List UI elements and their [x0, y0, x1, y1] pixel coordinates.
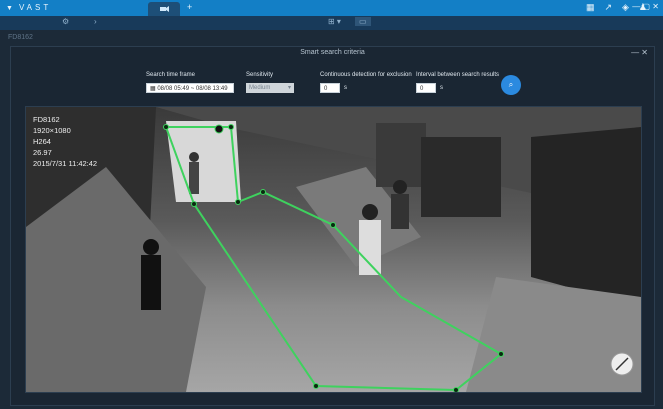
sub-toolbar: ⚙ › ⊞ ▾ ▭ — [0, 16, 663, 30]
doorway — [166, 121, 241, 202]
window-controls[interactable]: — ▢ ✕ — [632, 2, 659, 11]
search-button[interactable]: ⌕ — [501, 75, 521, 95]
tag-icon[interactable]: ▦ — [586, 2, 595, 13]
overlay-codec: H264 — [33, 137, 51, 146]
continuous-detection-label: Continuous detection for exclusion — [320, 72, 412, 78]
right-display — [531, 127, 641, 307]
app-logo: ▼ VAST — [6, 3, 52, 12]
polygon-vertex[interactable] — [191, 201, 197, 207]
interval-unit: s — [440, 85, 443, 91]
add-tab-button[interactable]: + — [187, 2, 192, 12]
overlay-timestamp: 2015/7/31 11:42:42 — [33, 159, 98, 168]
interval-input[interactable]: 0 — [416, 83, 436, 93]
alert-icon[interactable]: ◈ — [622, 2, 629, 13]
search-time-frame-label: Search time frame — [146, 72, 196, 78]
polygon-vertex[interactable] — [313, 383, 319, 389]
person-door — [189, 152, 199, 162]
chevron-icon[interactable]: › — [94, 17, 97, 26]
settings-icon[interactable]: ⚙ — [62, 17, 69, 26]
person-left-body — [141, 255, 161, 310]
person-door-body — [189, 162, 199, 194]
smart-search-icon[interactable]: ▭ — [355, 17, 371, 26]
person-back — [393, 180, 407, 194]
overlay-resolution: 1920×1080 — [33, 126, 71, 135]
person-center-body — [359, 220, 381, 275]
person-left — [143, 239, 159, 255]
chart-icon[interactable]: ↗ — [604, 2, 612, 13]
overlay-model: FD8162 — [33, 115, 60, 124]
display-case — [376, 123, 426, 187]
polygon-vertex[interactable] — [235, 199, 241, 205]
top-bar: ▼ VAST + ▦ ↗ ◈ ♟ — ▢ ✕ — [0, 0, 663, 16]
video-icon — [160, 6, 169, 12]
dropdown-arrow-icon: ▾ — [287, 85, 291, 91]
polygon-vertex[interactable] — [163, 124, 169, 130]
panel-controls[interactable]: — ✕ — [631, 48, 648, 57]
continuous-unit: s — [344, 85, 347, 91]
store-scene — [26, 107, 641, 392]
logo-mark-icon: ▼ — [6, 5, 16, 12]
camera-tag: FD8162 — [8, 34, 33, 41]
right-counter — [466, 277, 641, 392]
continuous-detection-input[interactable]: 0 — [320, 83, 340, 93]
tab-live[interactable] — [148, 2, 180, 16]
sensitivity-label: Sensitivity — [246, 72, 274, 78]
polygon-vertex[interactable] — [260, 189, 266, 195]
search-icon: ⌕ — [508, 80, 514, 89]
interval-label: Interval between search results — [416, 72, 500, 78]
sensitivity-dropdown[interactable]: Medium ▾ — [246, 83, 294, 93]
video-overlay-info: FD8162 1920×1080 H264 26.97 2015/7/31 11… — [33, 114, 97, 169]
polygon-vertex[interactable] — [453, 387, 459, 393]
search-time-frame-field[interactable]: ▦ 08/08 05:49 ~ 08/08 13:49 — [146, 83, 234, 93]
person-center — [362, 204, 378, 220]
overlay-fps: 26.97 — [33, 148, 52, 157]
camera-video-view[interactable]: FD8162 1920×1080 H264 26.97 2015/7/31 11… — [25, 106, 642, 393]
panel-title: Smart search criteria — [300, 49, 365, 56]
polygon-vertex[interactable] — [228, 124, 234, 130]
delete-polygon-icon[interactable] — [214, 124, 224, 134]
layout-icon[interactable]: ⊞ ▾ — [328, 17, 341, 26]
polygon-vertex[interactable] — [330, 222, 336, 228]
jewelry-display — [421, 137, 501, 217]
person-back-body — [391, 194, 409, 229]
polygon-vertex[interactable] — [498, 351, 504, 357]
